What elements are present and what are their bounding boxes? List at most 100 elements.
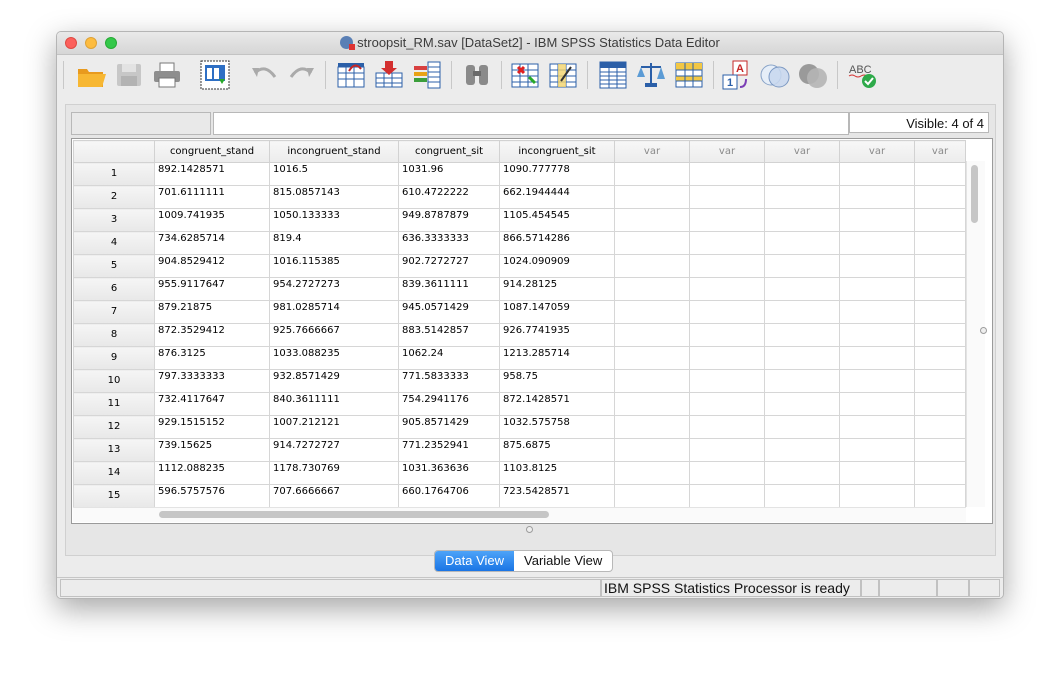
data-cell[interactable]: 981.0285714: [269, 300, 399, 324]
column-header[interactable]: congruent_sit: [398, 140, 500, 163]
data-cell[interactable]: [689, 185, 765, 209]
data-cell[interactable]: [839, 231, 915, 255]
data-cell[interactable]: [614, 392, 690, 416]
row-number[interactable]: 6: [73, 277, 155, 301]
print-icon[interactable]: [151, 59, 183, 91]
data-cell[interactable]: [614, 162, 690, 186]
save-icon[interactable]: [113, 59, 145, 91]
data-cell[interactable]: [914, 277, 966, 301]
data-cell[interactable]: 1016.5: [269, 162, 399, 186]
data-cell[interactable]: 875.6875: [499, 438, 615, 462]
data-cell[interactable]: 815.0857143: [269, 185, 399, 209]
data-cell[interactable]: 596.5757576: [154, 484, 270, 508]
data-cell[interactable]: [764, 415, 840, 439]
data-cell[interactable]: [914, 415, 966, 439]
redo-icon[interactable]: [285, 59, 317, 91]
data-cell[interactable]: 958.75: [499, 369, 615, 393]
data-cell[interactable]: [614, 369, 690, 393]
empty-column-header[interactable]: var: [839, 140, 915, 163]
data-cell[interactable]: 1062.24: [398, 346, 500, 370]
data-cell[interactable]: 1016.115385: [269, 254, 399, 278]
data-cell[interactable]: 902.7272727: [398, 254, 500, 278]
empty-column-header[interactable]: var: [614, 140, 690, 163]
data-cell[interactable]: [839, 323, 915, 347]
data-cell[interactable]: [839, 392, 915, 416]
row-number[interactable]: 2: [73, 185, 155, 209]
data-cell[interactable]: 925.7666667: [269, 323, 399, 347]
data-cell[interactable]: 734.6285714: [154, 231, 270, 255]
data-cell[interactable]: 926.7741935: [499, 323, 615, 347]
data-cell[interactable]: [689, 392, 765, 416]
data-cell[interactable]: 739.15625: [154, 438, 270, 462]
data-cell[interactable]: [914, 323, 966, 347]
data-cell[interactable]: [614, 300, 690, 324]
use-variable-sets-icon[interactable]: [759, 59, 791, 91]
variables-icon[interactable]: [411, 59, 443, 91]
data-cell[interactable]: [914, 346, 966, 370]
data-cell[interactable]: [689, 208, 765, 232]
vertical-scroll-thumb[interactable]: [971, 165, 978, 223]
recall-dialog-icon[interactable]: [199, 59, 231, 91]
data-cell[interactable]: [689, 323, 765, 347]
data-cell[interactable]: [614, 484, 690, 508]
grid-corner-cell[interactable]: [73, 140, 155, 163]
data-cell[interactable]: 872.3529412: [154, 323, 270, 347]
data-cell[interactable]: 610.4722222: [398, 185, 500, 209]
row-number[interactable]: 8: [73, 323, 155, 347]
column-header[interactable]: incongruent_sit: [499, 140, 615, 163]
data-cell[interactable]: 732.4117647: [154, 392, 270, 416]
row-number[interactable]: 3: [73, 208, 155, 232]
data-cell[interactable]: [839, 254, 915, 278]
data-cell[interactable]: 872.1428571: [499, 392, 615, 416]
weight-cases-icon[interactable]: [635, 59, 667, 91]
open-data-icon[interactable]: [75, 59, 107, 91]
data-cell[interactable]: 955.9117647: [154, 277, 270, 301]
horizontal-scrollbar[interactable]: [73, 507, 966, 522]
row-number[interactable]: 5: [73, 254, 155, 278]
data-cell[interactable]: [614, 185, 690, 209]
data-cell[interactable]: 723.5428571: [499, 484, 615, 508]
data-cell[interactable]: 876.3125: [154, 346, 270, 370]
data-cell[interactable]: [914, 162, 966, 186]
data-cell[interactable]: [614, 323, 690, 347]
data-cell[interactable]: [614, 231, 690, 255]
data-cell[interactable]: [839, 277, 915, 301]
data-cell[interactable]: 914.7272727: [269, 438, 399, 462]
data-cell[interactable]: 1007.212121: [269, 415, 399, 439]
go-to-variable-icon[interactable]: [373, 59, 405, 91]
data-cell[interactable]: [764, 162, 840, 186]
row-number[interactable]: 1: [73, 162, 155, 186]
data-cell[interactable]: 1112.088235: [154, 461, 270, 485]
data-cell[interactable]: [764, 185, 840, 209]
go-to-case-icon[interactable]: [335, 59, 367, 91]
data-cell[interactable]: 1033.088235: [269, 346, 399, 370]
cell-name-box[interactable]: [71, 112, 211, 135]
data-cell[interactable]: [764, 208, 840, 232]
row-number[interactable]: 15: [73, 484, 155, 508]
data-cell[interactable]: 754.2941176: [398, 392, 500, 416]
data-cell[interactable]: [614, 277, 690, 301]
data-cell[interactable]: [914, 392, 966, 416]
data-cell[interactable]: 904.8529412: [154, 254, 270, 278]
data-cell[interactable]: [914, 254, 966, 278]
data-cell[interactable]: 1090.777778: [499, 162, 615, 186]
row-number[interactable]: 9: [73, 346, 155, 370]
row-number[interactable]: 12: [73, 415, 155, 439]
data-cell[interactable]: 1031.96: [398, 162, 500, 186]
data-cell[interactable]: [764, 484, 840, 508]
data-cell[interactable]: [614, 461, 690, 485]
data-cell[interactable]: 892.1428571: [154, 162, 270, 186]
data-cell[interactable]: [689, 415, 765, 439]
data-cell[interactable]: 1103.8125: [499, 461, 615, 485]
data-cell[interactable]: [914, 231, 966, 255]
data-cell[interactable]: 1024.090909: [499, 254, 615, 278]
data-cell[interactable]: [764, 300, 840, 324]
data-cell[interactable]: [689, 461, 765, 485]
data-cell[interactable]: [689, 277, 765, 301]
data-cell[interactable]: [914, 438, 966, 462]
data-cell[interactable]: [839, 185, 915, 209]
row-number[interactable]: 7: [73, 300, 155, 324]
data-cell[interactable]: [839, 369, 915, 393]
data-cell[interactable]: 1105.454545: [499, 208, 615, 232]
data-cell[interactable]: [689, 484, 765, 508]
